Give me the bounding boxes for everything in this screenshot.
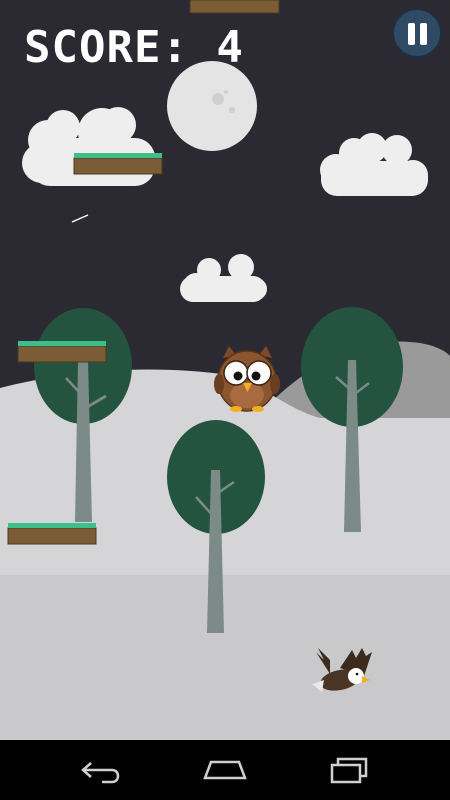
platform-middle xyxy=(17,341,107,363)
score-label: SCORE: 4 xyxy=(24,22,244,73)
platform-lower xyxy=(7,523,97,545)
recents-button[interactable] xyxy=(320,750,380,790)
android-navigation-bar xyxy=(0,740,450,800)
game-world xyxy=(0,0,450,740)
platform-top xyxy=(189,0,280,14)
platform-upper xyxy=(73,153,163,175)
recent-apps-icon xyxy=(330,757,368,784)
moon xyxy=(167,61,257,151)
game-stage[interactable]: SCORE: 4 xyxy=(0,0,450,740)
home-button[interactable] xyxy=(195,750,255,790)
back-button[interactable] xyxy=(70,750,130,790)
pause-button[interactable] xyxy=(392,8,442,58)
back-arrow-icon xyxy=(81,762,120,784)
home-icon xyxy=(203,760,247,780)
